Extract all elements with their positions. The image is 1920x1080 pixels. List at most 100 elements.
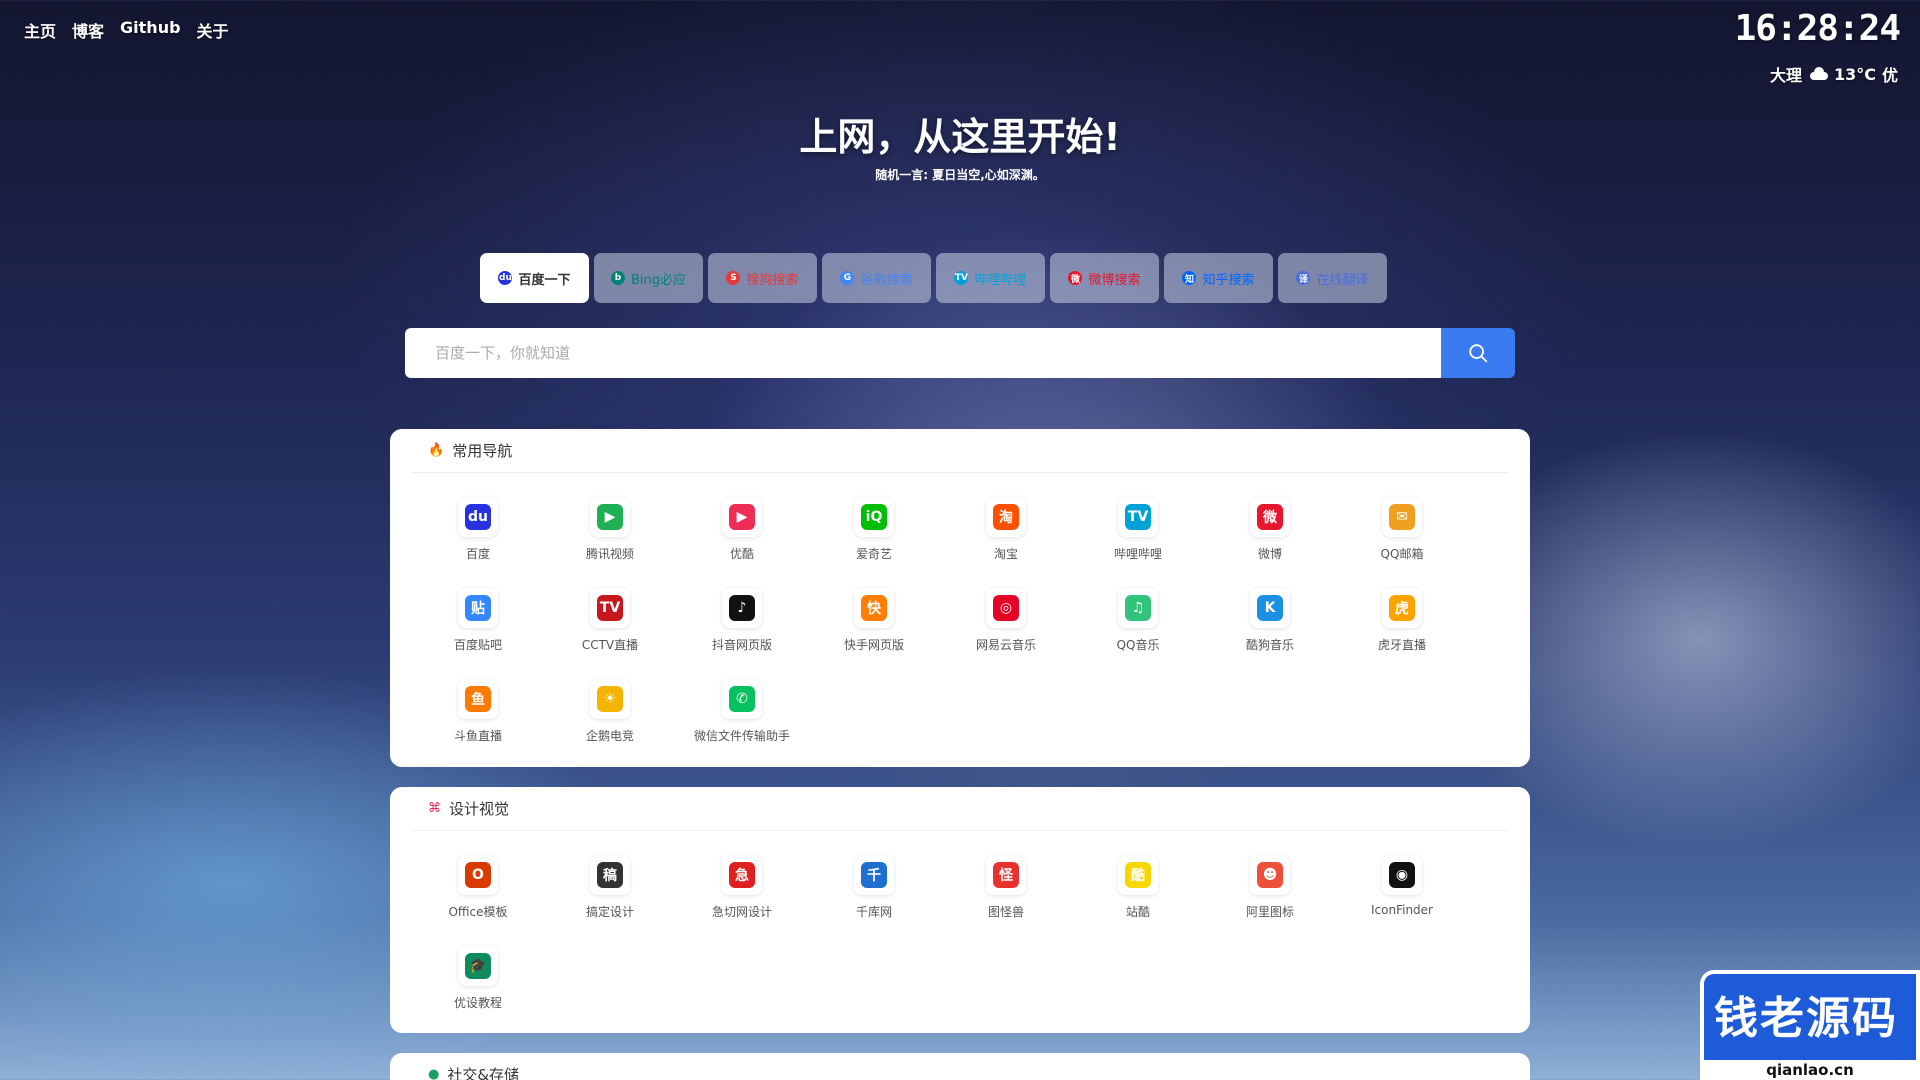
- site-icon-box: 酷: [1118, 855, 1158, 895]
- nav-home[interactable]: 主页: [24, 18, 56, 42]
- site-link[interactable]: du 百度: [412, 497, 544, 568]
- engine-tab-7[interactable]: 译在线翻译: [1278, 253, 1387, 303]
- engine-tab-label: 哔哩哔哩: [974, 272, 1027, 288]
- engine-tab-4[interactable]: TV 哔哩哔哩: [936, 253, 1045, 303]
- site-link[interactable]: ▶ 腾讯视频: [544, 497, 676, 568]
- site-label: 网易云音乐: [975, 638, 1036, 652]
- random-quote: 随机一言: 夏日当空,心如深渊。: [875, 168, 1045, 182]
- site-link[interactable]: ✉ QQ邮箱: [1336, 497, 1468, 568]
- site-icon-box: K: [1250, 588, 1290, 628]
- site-link[interactable]: O Office模板: [412, 855, 544, 926]
- site-link[interactable]: ◎ 网易云音乐: [940, 588, 1072, 659]
- engine-tab-2[interactable]: S 搜狗搜索: [708, 253, 817, 303]
- site-link[interactable]: K 酷狗音乐: [1204, 588, 1336, 659]
- site-link[interactable]: ♪ 抖音网页版: [676, 588, 808, 659]
- engine-tab-3[interactable]: G 谷歌搜索: [822, 253, 931, 303]
- site-label: 微信文件传输助手: [693, 729, 790, 743]
- engine-tab-0[interactable]: du 百度一下: [480, 253, 589, 303]
- site-label: 图怪兽: [987, 905, 1024, 919]
- site-link[interactable]: 酷站酷: [1072, 855, 1204, 926]
- site-link[interactable]: 虎虎牙直播: [1336, 588, 1468, 659]
- site-icon-box: du: [458, 497, 498, 537]
- nav-about[interactable]: 关于: [197, 18, 229, 42]
- fire-icon: 🔥: [428, 443, 445, 458]
- site-label: 站酷: [1125, 905, 1150, 919]
- site-icon-box: 稿: [590, 855, 630, 895]
- site-link[interactable]: 急急切网设计: [676, 855, 808, 926]
- site-icon-box: TV: [1118, 497, 1158, 537]
- site-label: 快手网页版: [843, 638, 904, 652]
- uisdc-icon: 🎓: [465, 953, 491, 979]
- site-icon-box: ☻: [1250, 855, 1290, 895]
- site-label: 阿里图标: [1245, 905, 1294, 919]
- site-label: QQ邮箱: [1380, 547, 1424, 561]
- wechat-icon: ✆: [729, 686, 755, 712]
- clock: 16:28:24: [1734, 8, 1901, 49]
- cloud-icon: [1808, 67, 1828, 80]
- site-label: IconFinder: [1371, 903, 1433, 917]
- weather-aqi: 优: [1881, 66, 1898, 85]
- site-label: CCTV直播: [581, 638, 639, 652]
- section-social: ● 社交&存储: [390, 1053, 1530, 1080]
- search-bar: [405, 328, 1515, 378]
- site-link[interactable]: 淘淘宝: [940, 497, 1072, 568]
- site-link[interactable]: 🎓 优设教程: [412, 946, 544, 1017]
- search-input[interactable]: [405, 328, 1441, 378]
- cctv-icon: TV: [597, 595, 623, 621]
- site-link[interactable]: ✆ 微信文件传输助手: [676, 679, 808, 750]
- site-label: QQ音乐: [1116, 638, 1160, 652]
- engine-tab-5[interactable]: 微微博搜索: [1050, 253, 1159, 303]
- site-label: 微博: [1257, 547, 1282, 561]
- site-label: 优酷: [729, 547, 754, 561]
- site-link[interactable]: ☀ 企鹅电竞: [544, 679, 676, 750]
- iconfinder-icon: ◉: [1389, 862, 1415, 888]
- nav-github[interactable]: Github: [120, 18, 181, 42]
- site-link[interactable]: TV 哔哩哔哩: [1072, 497, 1204, 568]
- kugou-icon: K: [1257, 595, 1283, 621]
- site-icon-box: ◎: [986, 588, 1026, 628]
- section-design: ⌘ 设计视觉 O Office模板稿搞定设计急急切网设计千千库网怪图怪兽酷站酷 ☻ 阿里图…: [390, 787, 1530, 1033]
- iqiyi-icon: iQ: [861, 504, 887, 530]
- social-icon: ●: [428, 1067, 440, 1080]
- site-link[interactable]: 怪图怪兽: [940, 855, 1072, 926]
- engine-tab-6[interactable]: 知知乎搜索: [1164, 253, 1273, 303]
- site-label: 千库网: [855, 905, 892, 919]
- engine-logo-icon: S: [726, 271, 741, 285]
- watermark-url: qianlao.cn: [1700, 1060, 1920, 1080]
- site-link[interactable]: ◉ IconFinder: [1336, 855, 1468, 926]
- search-engine-tabs: du 百度一下 b Bing必应 S 搜狗搜索 G 谷歌搜索 TV 哔哩哔哩微微博搜索知知乎搜索译…: [480, 253, 1387, 303]
- site-link[interactable]: ☻ 阿里图标: [1204, 855, 1336, 926]
- section-common-nav: 🔥 常用导航 du 百度 ▶ 腾讯视频 ▶ 优酷 iQ 爱奇艺 淘淘宝 TV 哔哩哔哩 微微博 ✉ QQ邮箱贴…: [390, 429, 1530, 767]
- site-link[interactable]: ♫ QQ音乐: [1072, 588, 1204, 659]
- site-link[interactable]: 稿搞定设计: [544, 855, 676, 926]
- site-icon-box: O: [458, 855, 498, 895]
- nav-blog[interactable]: 博客: [72, 18, 104, 42]
- site-link[interactable]: 快快手网页版: [808, 588, 940, 659]
- engine-tab-label: 知乎搜索: [1202, 272, 1255, 288]
- section-title: 社交&存储: [447, 1066, 520, 1080]
- bilibili-icon: TV: [1125, 504, 1151, 530]
- site-link[interactable]: 千千库网: [808, 855, 940, 926]
- penguin-esports-icon: ☀: [597, 686, 623, 712]
- site-label: 虎牙直播: [1377, 638, 1426, 652]
- gaoding-icon: 稿: [597, 862, 623, 888]
- engine-tab-label: 百度一下: [518, 272, 571, 288]
- site-label: 企鹅电竞: [585, 729, 634, 743]
- engine-tab-1[interactable]: b Bing必应: [594, 253, 703, 303]
- office-icon: O: [465, 862, 491, 888]
- engine-logo-icon: 知: [1182, 271, 1197, 285]
- site-link[interactable]: ▶ 优酷: [676, 497, 808, 568]
- site-icon-box: 淘: [986, 497, 1026, 537]
- site-icon-box: iQ: [854, 497, 894, 537]
- qianku-icon: 千: [861, 862, 887, 888]
- site-link[interactable]: 贴百度贴吧: [412, 588, 544, 659]
- site-link[interactable]: 鱼斗鱼直播: [412, 679, 544, 750]
- site-link[interactable]: TV CCTV直播: [544, 588, 676, 659]
- site-icon-box: ☀: [590, 679, 630, 719]
- site-link[interactable]: 微微博: [1204, 497, 1336, 568]
- site-link[interactable]: iQ 爱奇艺: [808, 497, 940, 568]
- qq-music-icon: ♫: [1125, 595, 1151, 621]
- site-icon-box: ♪: [722, 588, 762, 628]
- engine-logo-icon: 微: [1068, 271, 1083, 285]
- search-button[interactable]: [1441, 328, 1515, 378]
